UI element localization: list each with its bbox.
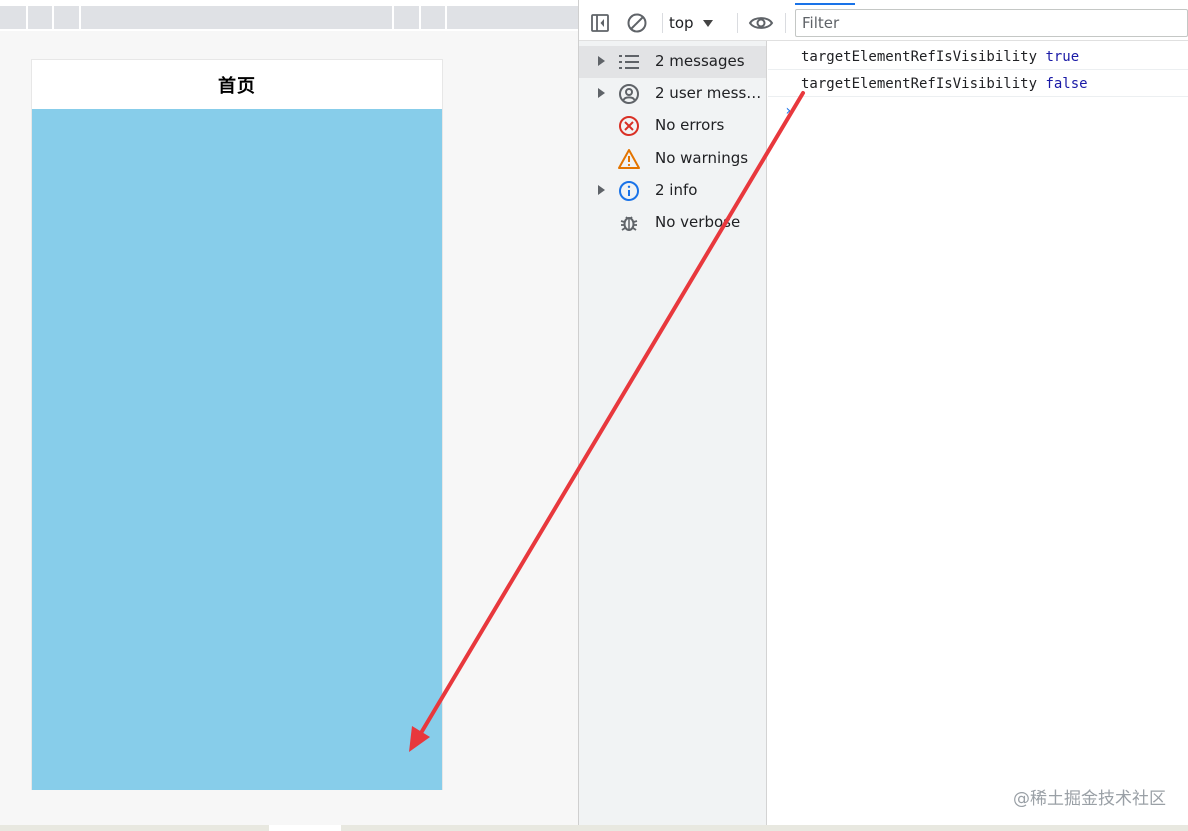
scrollbar-thumb[interactable]	[269, 825, 341, 831]
sidebar-item-label: No warnings	[655, 149, 749, 167]
bug-icon	[617, 211, 641, 235]
error-icon	[617, 114, 641, 138]
console-output[interactable]: targetElementRefIsVisibility true target…	[768, 41, 1188, 831]
sidebar-item-list[interactable]: 2 messages	[579, 46, 766, 78]
chevron-down-icon	[702, 19, 713, 27]
console-sidebar: 2 messages 2 user messa... No errors No war…	[579, 41, 767, 831]
toggle-sidebar-button[interactable]	[589, 12, 611, 34]
console-prompt[interactable]: ›	[784, 103, 792, 119]
sidebar-item-label: No verbose	[655, 213, 741, 231]
warning-icon	[617, 147, 641, 171]
expand-arrow-icon[interactable]	[598, 185, 605, 195]
sidebar-item-user[interactable]: 2 user messa...	[579, 78, 766, 110]
context-selector[interactable]: top	[669, 12, 713, 34]
sidebar-item-label: 2 info	[655, 181, 698, 199]
log-entry[interactable]: targetElementRefIsVisibility true	[768, 44, 1188, 70]
sidebar-item-label: 2 messages	[655, 52, 745, 70]
page-title: 首页	[218, 75, 256, 97]
info-icon	[617, 179, 641, 203]
log-value: true	[1045, 49, 1080, 65]
log-entry[interactable]: targetElementRefIsVisibility false	[768, 71, 1188, 97]
clear-console-button[interactable]	[626, 12, 648, 34]
devtools-panel: top 2 messages 2 user messa... No errors No…	[579, 0, 1188, 831]
sidebar-item-label: 2 user messa...	[655, 84, 763, 102]
context-label: top	[669, 14, 694, 32]
target-element-area[interactable]	[32, 109, 442, 790]
list-icon	[617, 50, 641, 74]
sidebar-item-info[interactable]: 2 info	[579, 175, 766, 207]
device-screen: 首页	[31, 59, 443, 790]
sidebar-item-bug[interactable]: No verbose	[579, 207, 766, 239]
watermark: @稀土掘金技术社区	[1013, 789, 1166, 809]
live-expression-button[interactable]	[748, 11, 774, 35]
mobile-preview-pane: 首页	[0, 0, 578, 831]
sidebar-item-label: No errors	[655, 116, 725, 134]
user-icon	[617, 82, 641, 106]
horizontal-scrollbar[interactable]	[0, 825, 1188, 831]
sidebar-item-error[interactable]: No errors	[579, 110, 766, 142]
block-icon	[627, 13, 647, 33]
console-toolbar: top	[579, 6, 1188, 41]
sidebar-item-warning[interactable]: No warnings	[579, 143, 766, 175]
expand-arrow-icon[interactable]	[598, 88, 605, 98]
filter-input[interactable]	[795, 9, 1188, 37]
device-toolbar-ruler	[0, 0, 578, 31]
eye-icon	[748, 17, 774, 29]
sidebar-icon	[591, 14, 609, 32]
log-key: targetElementRefIsVisibility	[801, 76, 1038, 92]
active-tab-indicator	[795, 3, 855, 5]
nav-bar: 首页	[32, 60, 442, 109]
expand-arrow-icon[interactable]	[598, 56, 605, 66]
log-key: targetElementRefIsVisibility	[801, 49, 1038, 65]
log-value: false	[1045, 76, 1088, 92]
